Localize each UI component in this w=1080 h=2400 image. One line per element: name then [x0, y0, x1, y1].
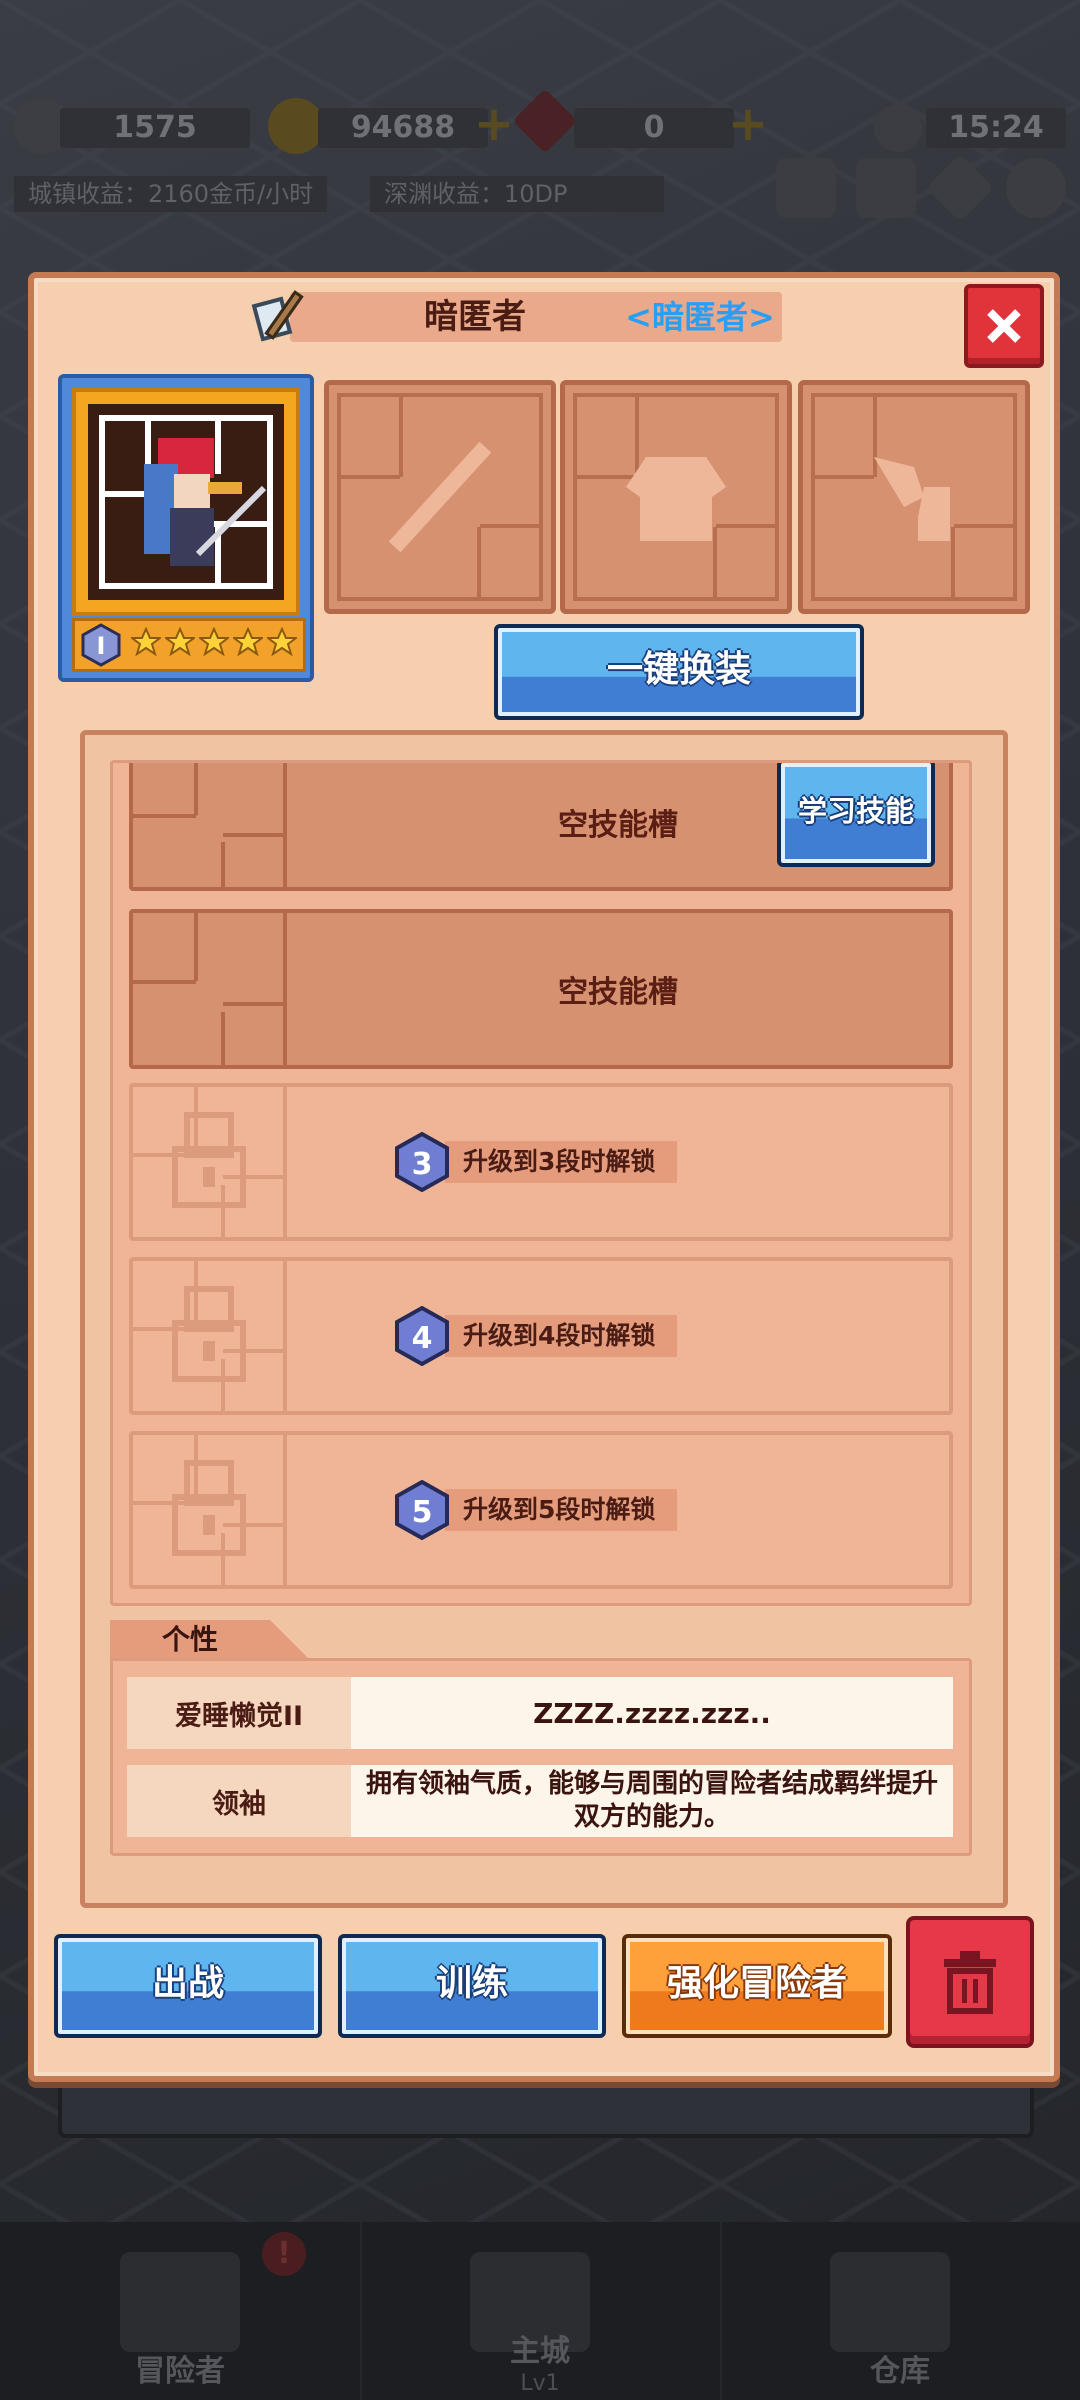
axe-icon — [250, 284, 316, 350]
nav-adventurer[interactable]: ! 冒险者 — [0, 2222, 362, 2400]
lock-icon — [172, 1112, 246, 1208]
sword-silhouette-icon — [388, 441, 492, 553]
train-label: 训练 — [435, 1963, 508, 2004]
settings-gear-icon[interactable] — [1006, 158, 1066, 218]
tier-badge-4: 4 — [395, 1306, 449, 1366]
nav-adventurer-label: 冒险者 — [135, 2354, 225, 2389]
svg-text:3: 3 — [412, 1147, 433, 1182]
adventurer-class: <暗匿者> — [625, 298, 775, 336]
nav-main-city-level: Lv1 — [520, 2371, 560, 2396]
adventurer-portrait[interactable]: I — [58, 374, 314, 682]
learn-skill-button[interactable]: 学习技能 — [777, 763, 935, 867]
unlock-tag-3: 3 升级到3段时解锁 — [393, 1132, 678, 1192]
notification-badge-icon: ! — [262, 2232, 306, 2276]
unlock-tag-4: 4 升级到4段时解锁 — [393, 1306, 678, 1366]
add-gold-icon[interactable]: + — [472, 100, 516, 148]
dismiss-button[interactable] — [906, 1916, 1034, 2048]
armor-slot[interactable] — [560, 380, 792, 614]
gold-coin-icon — [268, 98, 324, 154]
personality-tab-label: 个性 — [161, 1623, 218, 1656]
personality-box: 爱睡懒觉II ZZZZ.zzzz.zzz.. 领袖 拥有领袖气质，能够与周围的冒… — [110, 1658, 972, 1856]
trait-desc: ZZZZ.zzzz.zzz.. — [351, 1677, 953, 1749]
star-icon — [131, 627, 161, 657]
bottom-nav: ! 冒险者 主城 Lv1 仓库 — [0, 2222, 1080, 2400]
unlock-tag-5: 5 升级到5段时解锁 — [393, 1480, 678, 1540]
quick-equip-button[interactable]: 一键换装 — [494, 624, 864, 720]
armor-silhouette-icon — [626, 457, 726, 541]
trait-row: 领袖 拥有领袖气质，能够与周围的冒险者结成羁绊提升双方的能力。 — [127, 1765, 953, 1837]
accessory-slot[interactable] — [798, 380, 1030, 614]
star-icon — [267, 627, 297, 657]
enhance-label: 强化冒险者 — [666, 1963, 847, 2004]
learn-skill-label: 学习技能 — [797, 794, 914, 828]
svg-text:5: 5 — [412, 1495, 433, 1530]
star-icon — [199, 627, 229, 657]
nav-warehouse-label: 仓库 — [870, 2354, 930, 2389]
time-value: 15:24 — [926, 108, 1066, 148]
skill-slot-2[interactable]: 空技能槽 — [129, 909, 953, 1069]
clock-icon — [874, 104, 922, 152]
adventurers-icon[interactable] — [776, 158, 836, 218]
trait-name: 爱睡懒觉II — [127, 1677, 351, 1749]
warehouse-icon — [830, 2252, 950, 2352]
character-sprite — [88, 404, 284, 600]
trait-desc: 拥有领袖气质，能够与周围的冒险者结成羁绊提升双方的能力。 — [351, 1765, 953, 1837]
train-button[interactable]: 训练 — [338, 1934, 606, 2038]
skill-slots-list: 空技能槽 学习技能 空技能槽 3 升级到3段时解锁 4 升级到4段时解锁 5 升… — [110, 760, 972, 1606]
skill-slot-4-locked: 4 升级到4段时解锁 — [129, 1257, 953, 1415]
close-button[interactable] — [964, 284, 1044, 368]
nav-main-city[interactable]: 主城 Lv1 — [360, 2222, 722, 2400]
nav-warehouse[interactable]: 仓库 — [720, 2222, 1080, 2400]
lock-icon — [172, 1286, 246, 1382]
lock-icon — [172, 1460, 246, 1556]
abyss-income: 深渊收益：10DP — [370, 176, 664, 212]
enhance-button[interactable]: 强化冒险者 — [622, 1934, 892, 2038]
knight-helmet-icon — [120, 2252, 240, 2352]
skill-slot-2-label: 空技能槽 — [558, 975, 678, 1010]
battle-label: 出战 — [151, 1963, 224, 2004]
unlock-text-5: 升级到5段时解锁 — [445, 1489, 678, 1531]
rank-value: I — [97, 632, 106, 660]
svg-text:4: 4 — [412, 1321, 433, 1356]
skill-slot-5-locked: 5 升级到5段时解锁 — [129, 1431, 953, 1589]
chest-icon[interactable] — [856, 158, 916, 218]
trait-row: 爱睡懒觉II ZZZZ.zzzz.zzz.. — [127, 1677, 953, 1749]
unlock-text-4: 升级到4段时解锁 — [445, 1315, 678, 1357]
rank-stars — [131, 627, 297, 657]
close-icon — [987, 309, 1021, 343]
tier-badge-3: 3 — [395, 1132, 449, 1192]
weapon-slot[interactable] — [324, 380, 556, 614]
add-gem-icon[interactable]: + — [726, 100, 770, 148]
star-icon — [165, 627, 195, 657]
trash-icon — [944, 1951, 996, 2014]
quick-equip-label: 一键换装 — [606, 649, 751, 690]
gem-value: 0 — [574, 108, 734, 148]
boots-silhouette-icon — [874, 457, 950, 541]
tier-badge-5: 5 — [395, 1480, 449, 1540]
adventurer-name: 暗匿者 — [424, 297, 526, 337]
portrait-frame — [72, 388, 300, 616]
gold-value: 94688 — [318, 108, 488, 148]
star-icon — [233, 627, 263, 657]
town-income: 城镇收益：2160金币/小时 — [14, 176, 328, 212]
nav-main-city-label: 主城 — [510, 2334, 570, 2369]
skill-slot-3-locked: 3 升级到3段时解锁 — [129, 1083, 953, 1241]
rank-badge: I — [79, 623, 123, 667]
trait-name: 领袖 — [127, 1765, 351, 1837]
battle-button[interactable]: 出战 — [54, 1934, 322, 2038]
unlock-text-3: 升级到3段时解锁 — [445, 1141, 678, 1183]
power-value: 1575 — [60, 108, 250, 148]
rank-bar: I — [72, 618, 306, 672]
